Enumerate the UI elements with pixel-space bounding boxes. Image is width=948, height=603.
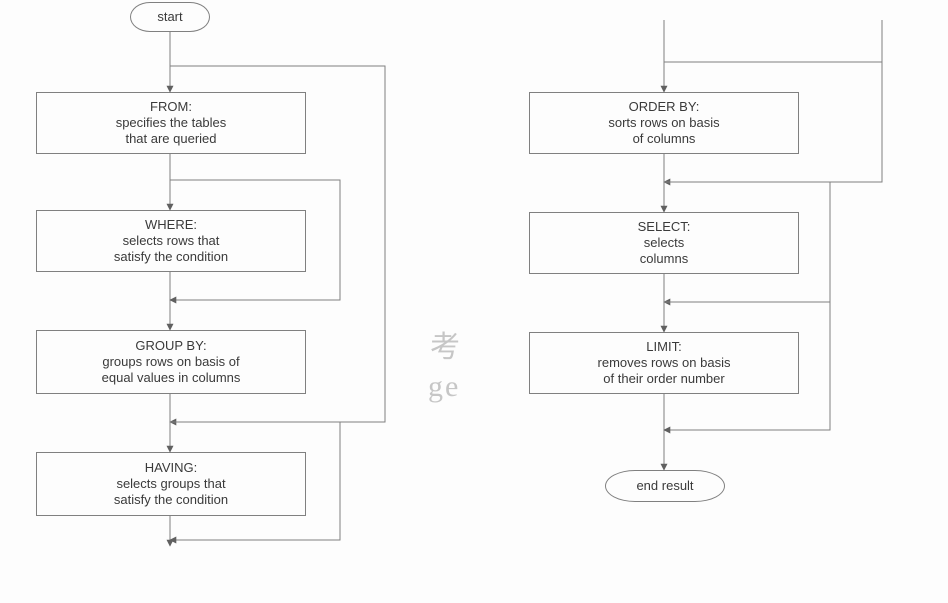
orderby-title: ORDER BY: xyxy=(629,99,700,115)
from-line2: that are queried xyxy=(125,131,216,147)
limit-title: LIMIT: xyxy=(646,339,681,355)
node-end: end result xyxy=(605,470,725,502)
where-title: WHERE: xyxy=(145,217,197,233)
where-line1: selects rows that xyxy=(123,233,220,249)
having-title: HAVING: xyxy=(145,460,198,476)
where-line2: satisfy the condition xyxy=(114,249,228,265)
node-from: FROM: specifies the tables that are quer… xyxy=(36,92,306,154)
from-line1: specifies the tables xyxy=(116,115,227,131)
node-groupby: GROUP BY: groups rows on basis of equal … xyxy=(36,330,306,394)
limit-line2: of their order number xyxy=(603,371,724,387)
groupby-line1: groups rows on basis of xyxy=(102,354,239,370)
node-select: SELECT: selects columns xyxy=(529,212,799,274)
limit-line1: removes rows on basis xyxy=(598,355,731,371)
watermark-icon: 考 xyxy=(430,322,460,366)
groupby-line2: equal values in columns xyxy=(102,370,241,386)
node-having: HAVING: selects groups that satisfy the … xyxy=(36,452,306,516)
select-title: SELECT: xyxy=(638,219,691,235)
select-line2: columns xyxy=(640,251,688,267)
groupby-title: GROUP BY: xyxy=(135,338,206,354)
from-title: FROM: xyxy=(150,99,192,115)
orderby-line1: sorts rows on basis xyxy=(608,115,719,131)
node-where: WHERE: selects rows that satisfy the con… xyxy=(36,210,306,272)
orderby-line2: of columns xyxy=(633,131,696,147)
node-start: start xyxy=(130,2,210,32)
having-line1: selects groups that xyxy=(116,476,225,492)
end-label: end result xyxy=(636,478,693,494)
node-limit: LIMIT: removes rows on basis of their or… xyxy=(529,332,799,394)
start-label: start xyxy=(157,9,182,25)
select-line1: selects xyxy=(644,235,684,251)
watermark-icon: ge xyxy=(428,370,460,404)
node-orderby: ORDER BY: sorts rows on basis of columns xyxy=(529,92,799,154)
having-line2: satisfy the condition xyxy=(114,492,228,508)
